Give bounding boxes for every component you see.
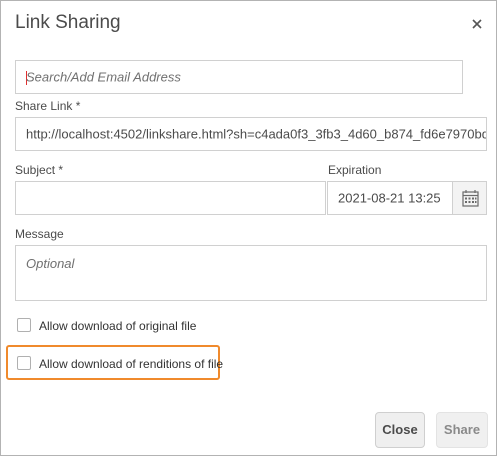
link-sharing-dialog: Link Sharing Search/Add Email Address Sh…: [0, 0, 497, 456]
share-button[interactable]: Share: [436, 412, 488, 448]
message-placeholder: Optional: [26, 256, 75, 271]
message-field[interactable]: Optional: [15, 245, 487, 301]
expiration-value: 2021-08-21 13:25: [338, 190, 441, 206]
calendar-button[interactable]: [452, 181, 487, 215]
calendar-icon: [462, 190, 479, 207]
search-input[interactable]: Search/Add Email Address: [15, 60, 463, 94]
allow-original-checkbox[interactable]: [17, 318, 31, 332]
share-link-field[interactable]: http://localhost:4502/linkshare.html?sh=…: [15, 117, 487, 151]
expiration-label: Expiration: [328, 163, 382, 177]
close-icon[interactable]: [470, 17, 484, 31]
allow-renditions-label: Allow download of renditions of file: [39, 357, 224, 371]
allow-renditions-checkbox[interactable]: [17, 356, 31, 370]
expiration-field[interactable]: 2021-08-21 13:25: [327, 181, 453, 215]
allow-original-label: Allow download of original file: [39, 319, 197, 333]
subject-field[interactable]: [15, 181, 326, 215]
search-placeholder: Search/Add Email Address: [26, 69, 181, 85]
close-button-label: Close: [382, 422, 418, 437]
dialog-title: Link Sharing: [15, 12, 121, 33]
close-button[interactable]: Close: [375, 412, 425, 448]
subject-label: Subject *: [15, 163, 64, 177]
share-link-label: Share Link *: [15, 99, 81, 113]
message-label: Message: [15, 227, 64, 241]
share-link-value: http://localhost:4502/linkshare.html?sh=…: [26, 126, 486, 142]
share-button-label: Share: [443, 422, 481, 437]
